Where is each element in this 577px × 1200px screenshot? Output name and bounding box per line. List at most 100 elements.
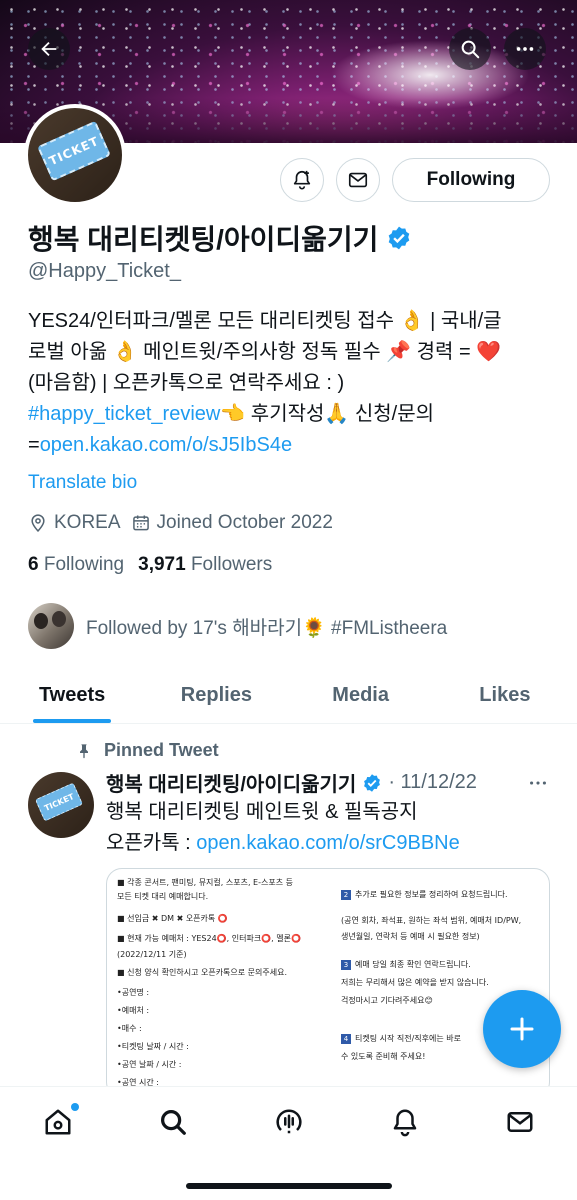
compose-tweet-button[interactable] [483, 990, 561, 1068]
tab-replies[interactable]: Replies [144, 668, 288, 723]
pin-icon [80, 743, 88, 758]
arrow-left-icon [41, 41, 57, 57]
tweet-header: 행복 대리티켓팅/아이디옮기기 · 11/12/22 [106, 768, 477, 797]
bio-kakao-link[interactable]: open.kakao.com/o/sJ5IbS4e [40, 434, 292, 456]
media-step-text: 예매 당일 최종 확인 연락드립니다. [355, 960, 471, 969]
media-step-number: 2 [341, 890, 351, 900]
bell-plus-icon [293, 170, 311, 190]
following-count: 6 [28, 554, 39, 575]
tweet-more-button[interactable] [526, 771, 550, 795]
media-step-text: 수 있도록 준비해 주세요! [341, 1052, 426, 1061]
tweet-media-image[interactable]: ■ 각종 콘서트, 팬미팅, 뮤지컬, 스포츠, E-스포츠 등 모든 티켓 대… [106, 868, 550, 1098]
followers-stat[interactable]: 3,971 Followers [138, 554, 272, 576]
ticket-icon: TICKET [37, 120, 111, 182]
tab-tweets[interactable]: Tweets [0, 668, 144, 723]
bio-line: (마음함) | 오픈카톡으로 연락주세요 : ) [28, 372, 345, 394]
verified-badge-icon[interactable] [386, 225, 412, 251]
media-text-row: •매수 : [117, 1024, 142, 1033]
more-horizontal-icon [516, 47, 534, 51]
notification-dot [71, 1103, 79, 1111]
media-text-row: 수 있도록 준비해 주세요! [341, 1051, 425, 1062]
media-text-row: 3 예매 당일 최종 확인 연락드립니다. [341, 959, 471, 970]
back-button[interactable] [28, 28, 70, 70]
tweet-kakao-link[interactable]: open.kakao.com/o/srC9BBNe [196, 832, 459, 854]
tweet-text: 행복 대리티켓팅 메인트윗 & 필독공지 오픈카톡 : open.kakao.c… [106, 797, 556, 859]
location-text: KOREA [54, 512, 121, 533]
notify-button[interactable] [280, 158, 324, 202]
media-text-row: 2 추가로 필요한 정보를 정리하여 요청드립니다. [341, 889, 508, 900]
bio-line: YES24/인터파크/멜론 모든 대리티켓팅 접수 👌 | 국내/글 [28, 310, 502, 332]
nav-search[interactable] [156, 1105, 190, 1139]
ticket-text: TICKET [46, 133, 102, 169]
media-text-row: •티켓팅 날짜 / 시간 : [117, 1042, 189, 1051]
followed-by-text: Followed by 17's 해바라기🌻 #FMListheera [86, 617, 448, 639]
calendar-icon [132, 515, 149, 531]
notifications-icon [393, 1109, 417, 1137]
media-step-text: (공연 회차, 좌석표, 원하는 좌석 범위, 예매처 ID/PW, [341, 916, 522, 925]
bio-text: = [28, 434, 40, 456]
media-step-text: 추가로 필요한 정보를 정리하여 요청드립니다. [355, 890, 508, 899]
nav-messages[interactable] [503, 1105, 537, 1139]
profile-meta: KOREA Joined October 2022 [28, 512, 333, 534]
profile-name-text: 행복 대리티켓팅/아이디옮기기 [28, 224, 379, 255]
tweet-line: 오픈카톡 : open.kakao.com/o/srC9BBNe [106, 828, 556, 859]
more-horizontal-icon [530, 781, 546, 785]
bio-line: =open.kakao.com/o/sJ5IbS4e [28, 430, 548, 461]
tab-media[interactable]: Media [289, 668, 433, 723]
verified-badge-icon [364, 773, 381, 792]
location-pin-icon [31, 514, 45, 532]
media-text-row: 저희는 무리해서 많은 예약을 받지 않습니다. [341, 977, 489, 988]
profile-handle: @Happy_Ticket_ [28, 260, 181, 282]
bio-text: 👈 후기작성🙏 신청/문의 [220, 403, 435, 425]
message-button[interactable] [336, 158, 380, 202]
translate-bio-link[interactable]: Translate bio [28, 472, 137, 494]
media-text-row: (2022/12/11 기준) [117, 950, 187, 959]
bio-line: #happy_ticket_review👈 후기작성🙏 신청/문의 [28, 399, 548, 430]
bio-hashtag-link[interactable]: #happy_ticket_review [28, 403, 220, 425]
search-icon [461, 40, 480, 59]
tweet-author-name[interactable]: 행복 대리티켓팅/아이디옮기기 [106, 768, 356, 797]
pinned-label: Pinned Tweet [76, 740, 219, 761]
nav-home[interactable] [41, 1103, 79, 1139]
media-step-text: 티켓팅 시작 직전/직후에는 바로 [355, 1034, 462, 1043]
profile-tabs: Tweets Replies Media Likes [0, 668, 577, 724]
home-icon [45, 1109, 71, 1135]
media-text-row: 걱정마시고 기다려주세요😊 [341, 995, 433, 1006]
join-date-text: Joined October 2022 [156, 512, 333, 533]
tweet-date[interactable]: · 11/12/22 [388, 771, 477, 794]
media-text-row: 생년월일, 연락처 등 예매 시 필요한 정보) [341, 931, 480, 942]
profile-avatar[interactable]: TICKET [24, 104, 126, 206]
media-text-row: 모든 티켓 대리 예매합니다. [117, 892, 209, 901]
profile-stats: 6 Following 3,971 Followers [28, 554, 272, 576]
bio-line: 로벌 아옮 👌 메인트윗/주의사항 정독 필수 📌 경력 = ❤️ [28, 341, 502, 363]
ticket-icon: TICKET [34, 782, 84, 822]
plus-icon [510, 1017, 534, 1041]
search-button[interactable] [449, 28, 491, 70]
followed-by[interactable]: Followed by 17's 해바라기🌻 #FMListheera [28, 603, 447, 649]
followers-count: 3,971 [138, 554, 186, 575]
followers-label: Followers [190, 554, 273, 575]
tweet-line: 행복 대리티켓팅 메인트윗 & 필독공지 [106, 801, 418, 823]
following-button[interactable]: Following [392, 158, 550, 202]
location: KOREA [28, 512, 121, 534]
nav-notifications[interactable] [388, 1105, 422, 1139]
search-icon [160, 1109, 186, 1135]
media-step-text: 걱정마시고 기다려주세요😊 [341, 996, 433, 1005]
tweet-author-avatar[interactable]: TICKET [28, 772, 94, 838]
tweet-text-prefix: 오픈카톡 : [106, 832, 197, 854]
home-indicator [186, 1183, 392, 1189]
following-stat[interactable]: 6 Following [28, 554, 124, 576]
tab-likes[interactable]: Likes [433, 668, 577, 723]
media-step-number: 4 [341, 1034, 351, 1044]
ticket-text: TICKET [42, 791, 76, 813]
media-text-row: ■ 신청 양식 확인하시고 오픈카톡으로 문의주세요. [117, 968, 288, 977]
media-text-row: (공연 회차, 좌석표, 원하는 좌석 범위, 예매처 ID/PW, [341, 915, 521, 926]
media-text-row: •공연 날짜 / 시간 : [117, 1060, 182, 1069]
more-button[interactable] [504, 28, 546, 70]
nav-spaces[interactable] [272, 1105, 306, 1139]
envelope-icon [348, 172, 368, 188]
media-text-row: ■ 현재 가능 예매처 : YES24⭕, 인터파크⭕, 멜론⭕ [117, 934, 301, 943]
media-text-row: •예매처 : [117, 1006, 150, 1015]
pinned-text: Pinned Tweet [104, 740, 219, 760]
follower-avatar [28, 603, 74, 649]
